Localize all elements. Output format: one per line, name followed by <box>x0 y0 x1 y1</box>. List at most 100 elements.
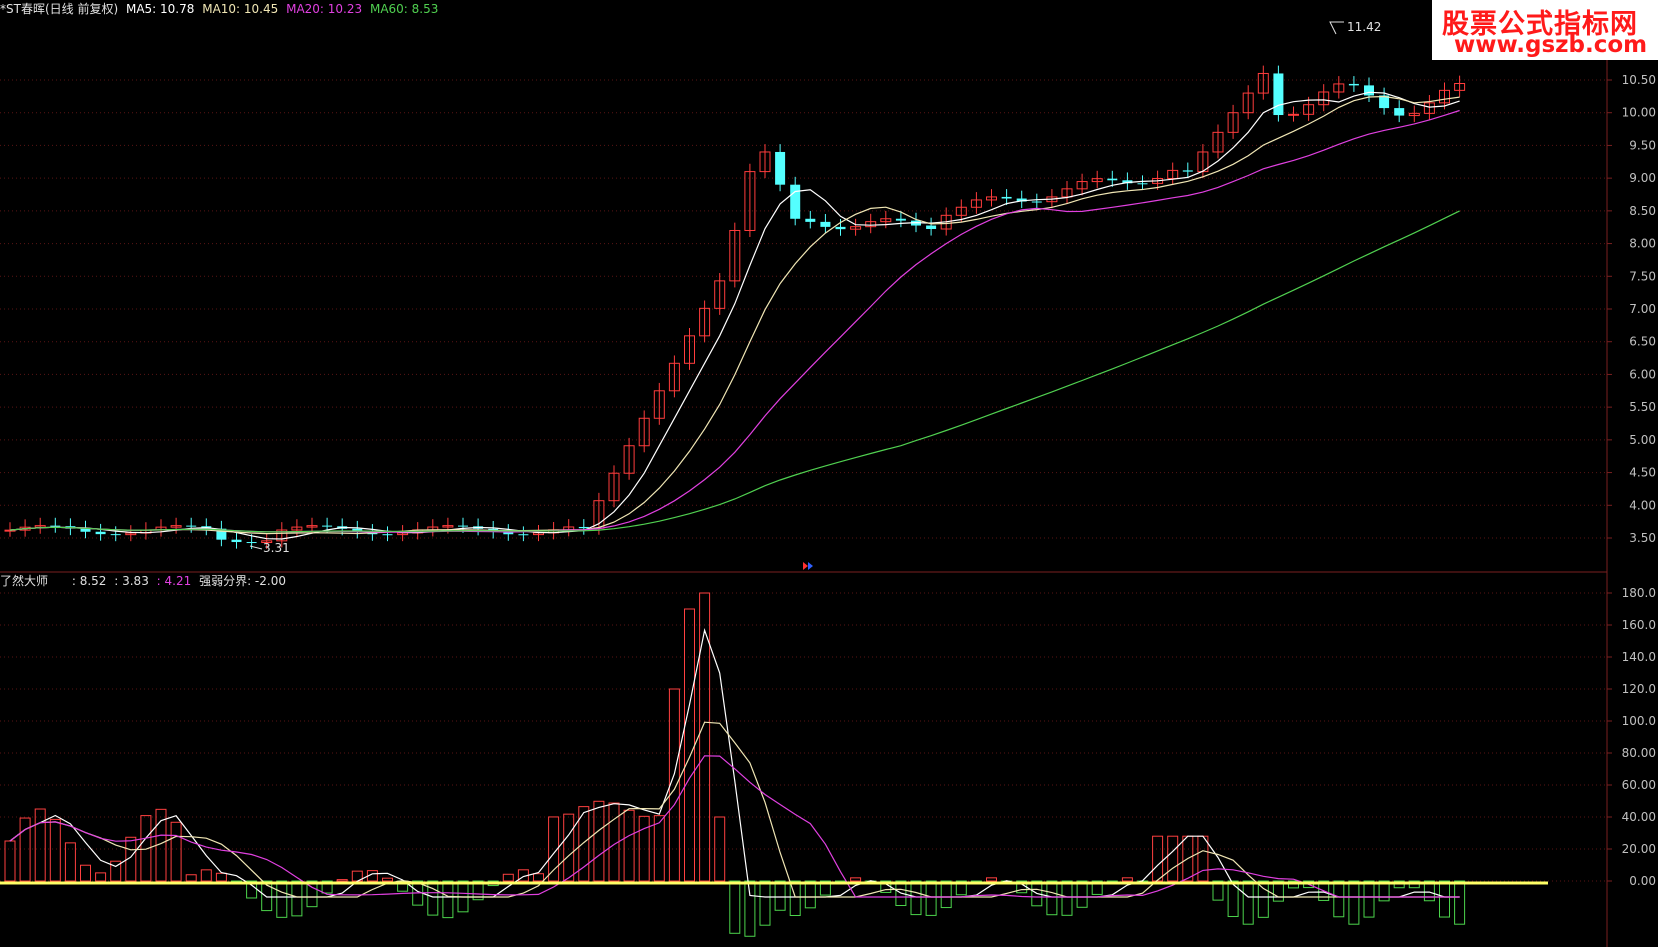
candle-body <box>458 525 468 527</box>
main-chart-header: *ST春晖(日线 前复权) MA5: 10.78 MA10: 10.45 MA2… <box>0 2 442 16</box>
indicator-bar <box>276 880 288 918</box>
price-tick-label: 6.50 <box>1629 335 1656 349</box>
scroll-marker-icon[interactable] <box>803 562 813 570</box>
strength-boundary-label: 强弱分界: -2.00 <box>199 574 286 588</box>
price-tick-label: 4.50 <box>1629 466 1656 480</box>
indicator-value-3: : 4.21 <box>156 574 192 588</box>
indicator-bar <box>95 872 107 882</box>
watermark-line2: www.gszb.com <box>1454 32 1648 58</box>
indicator-bar <box>1152 835 1164 882</box>
indicator-bar <box>850 877 862 882</box>
candle-body <box>895 218 906 221</box>
high-annotation: 11.42 <box>1347 20 1381 34</box>
low-annotation: 3.31 <box>263 541 290 555</box>
ma60-value: MA60: 8.53 <box>369 2 439 16</box>
indicator-tick-label: 120.0 <box>1622 682 1656 696</box>
indicator-bar <box>1348 880 1360 925</box>
indicator-bar <box>1257 880 1269 918</box>
candle-body <box>1182 170 1193 172</box>
price-tick-label: 10.50 <box>1622 73 1656 87</box>
candle-body <box>1031 201 1042 203</box>
candle-body <box>50 525 61 527</box>
indicator-bar <box>684 608 695 882</box>
indicator-bar <box>623 809 635 882</box>
indicator-bar <box>382 877 393 882</box>
indicator-bar <box>200 869 212 882</box>
indicator-bar <box>1363 880 1375 918</box>
indicator-bar <box>563 813 575 882</box>
price-tick-label: 9.00 <box>1629 171 1656 185</box>
indicator-bar <box>804 880 816 909</box>
price-tick-label: 6.00 <box>1629 367 1656 381</box>
candle-body <box>246 542 257 544</box>
candlesticks <box>4 65 1466 550</box>
indicator-bar <box>4 840 16 882</box>
indicator-tick-label: 160.0 <box>1622 618 1656 632</box>
candle-body <box>1107 178 1118 181</box>
indicator-bar <box>744 880 756 937</box>
indicator-tick-label: 140.0 <box>1622 650 1656 664</box>
indicator-axis: 180.0 160.0 140.0 120.0 100.0 80.00 60.00 40.00… <box>1607 586 1656 888</box>
indicator-bar <box>80 864 91 882</box>
indicator-bars <box>4 592 1466 937</box>
candle-body <box>382 534 393 536</box>
indicator-bar <box>729 880 741 934</box>
candle-body <box>805 218 816 222</box>
indicator-line-1 <box>9 628 1460 898</box>
indicator-bar <box>427 880 439 916</box>
indicator-bar <box>925 880 937 916</box>
price-tick-label: 5.50 <box>1629 400 1656 414</box>
candle-body <box>231 539 242 543</box>
candle-body <box>110 534 121 536</box>
candle-body <box>95 531 106 535</box>
price-tick-label: 8.50 <box>1629 204 1656 218</box>
indicator-bar <box>1076 880 1088 908</box>
indicator-tick-label: 60.00 <box>1622 778 1656 792</box>
indicator-tick-label: 40.00 <box>1622 810 1656 824</box>
stock-chart-canvas: 10.50 10.00 9.50 9.00 8.50 8.00 7.50 7.00 6.50 6.… <box>0 0 1656 947</box>
indicator-bar <box>1167 835 1179 882</box>
price-tick-label: 7.50 <box>1629 269 1656 283</box>
indicator-bar <box>986 877 997 882</box>
price-axis: 10.50 10.00 9.50 9.00 8.50 8.00 7.50 7.00 6.50 6.… <box>1607 73 1656 545</box>
ma10-value: MA10: 10.45 <box>202 2 279 16</box>
indicator-bar <box>1121 877 1133 882</box>
candle-body <box>835 226 846 230</box>
indicator-tick-label: 0.00 <box>1629 874 1656 888</box>
indicator-bar <box>291 880 303 917</box>
indicator-bar <box>699 592 711 882</box>
indicator-bar <box>1454 880 1466 925</box>
candle-body <box>186 525 197 527</box>
indicator-tick-label: 100.0 <box>1622 714 1656 728</box>
indicator-bar <box>64 842 76 882</box>
price-tick-label: 3.50 <box>1629 531 1656 545</box>
ma20-line <box>9 109 1460 533</box>
price-tick-label: 8.00 <box>1629 237 1656 251</box>
indicator-lines <box>9 628 1460 898</box>
indicator-bar <box>336 879 348 882</box>
indicator-tick-label: 20.00 <box>1622 842 1656 856</box>
indicator-value-1: : 8.52 <box>71 574 107 588</box>
indicator-bar <box>759 880 771 926</box>
main-grid <box>0 79 1607 539</box>
price-tick-label: 10.00 <box>1622 106 1656 120</box>
indicator-bar <box>940 880 952 909</box>
candle-body <box>322 525 333 527</box>
ma20-value: MA20: 10.23 <box>286 2 363 16</box>
indicator-tick-label: 180.0 <box>1622 586 1656 600</box>
indicator-bar <box>502 873 514 882</box>
candle-body <box>1288 113 1299 116</box>
indicator-grid <box>0 592 1607 882</box>
indicator-name: 了然大师 <box>0 574 49 588</box>
indicator-bar <box>533 873 544 882</box>
price-tick-label: 7.00 <box>1629 302 1656 316</box>
indicator-bar <box>1046 880 1058 916</box>
candle-body <box>1001 196 1012 199</box>
price-tick-label: 5.00 <box>1629 433 1656 447</box>
candle-body <box>518 534 529 536</box>
indicator-value-2: : 3.83 <box>114 574 149 588</box>
price-tick-label: 4.00 <box>1629 498 1656 512</box>
stock-title: *ST春晖(日线 前复权) <box>0 2 119 16</box>
indicator-bar <box>1439 880 1450 918</box>
indicator-bar <box>442 880 454 919</box>
